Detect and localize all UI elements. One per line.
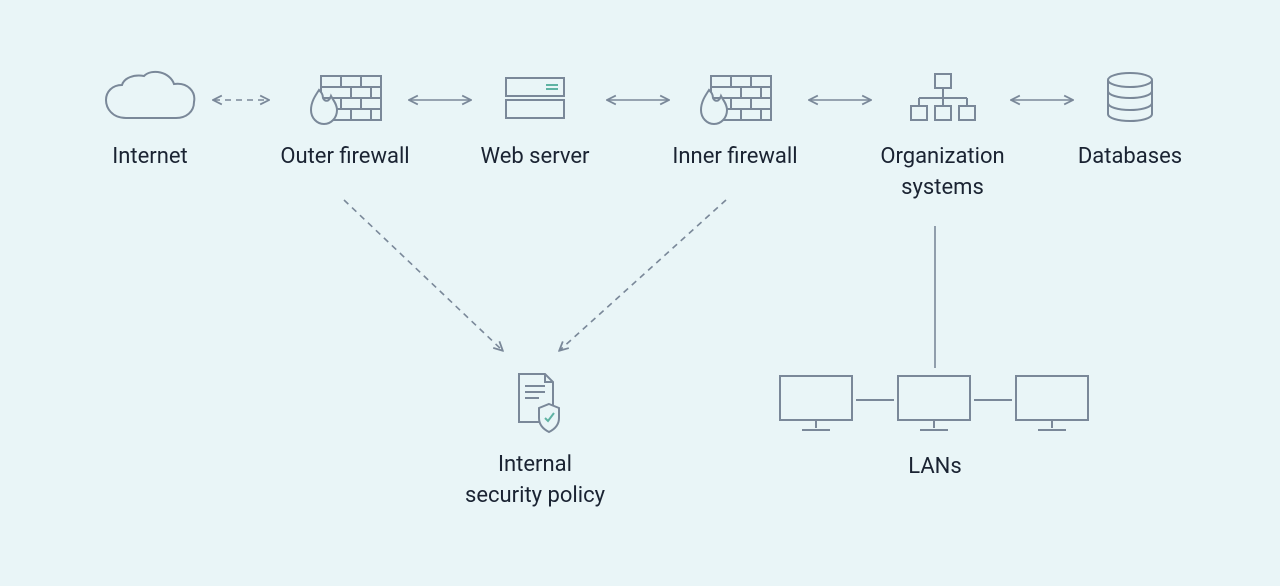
arrow-outer-policy xyxy=(344,200,502,350)
node-lans: LANs xyxy=(770,370,1100,483)
label-web-server: Web server xyxy=(460,142,610,173)
firewall-icon xyxy=(655,70,815,126)
arrow-inner-policy xyxy=(560,200,726,350)
network-icon xyxy=(855,70,1030,126)
node-databases: Databases xyxy=(1065,70,1195,173)
node-internet: Internet xyxy=(80,70,220,173)
server-icon xyxy=(460,70,610,126)
node-inner-firewall: Inner firewall xyxy=(655,70,815,173)
firewall-icon xyxy=(260,70,430,126)
label-organization-systems: Organization systems xyxy=(855,142,1030,204)
node-outer-firewall: Outer firewall xyxy=(260,70,430,173)
label-lans: LANs xyxy=(770,452,1100,483)
database-icon xyxy=(1065,70,1195,126)
monitors-icon xyxy=(770,370,1100,436)
node-organization-systems: Organization systems xyxy=(855,70,1030,204)
label-outer-firewall: Outer firewall xyxy=(260,142,430,173)
node-web-server: Web server xyxy=(460,70,610,173)
label-databases: Databases xyxy=(1065,142,1195,173)
label-internet: Internet xyxy=(80,142,220,173)
node-internal-security-policy: Internal security policy xyxy=(430,370,640,512)
cloud-icon xyxy=(80,70,220,126)
label-inner-firewall: Inner firewall xyxy=(655,142,815,173)
label-internal-security-policy: Internal security policy xyxy=(430,450,640,512)
policy-icon xyxy=(430,370,640,434)
